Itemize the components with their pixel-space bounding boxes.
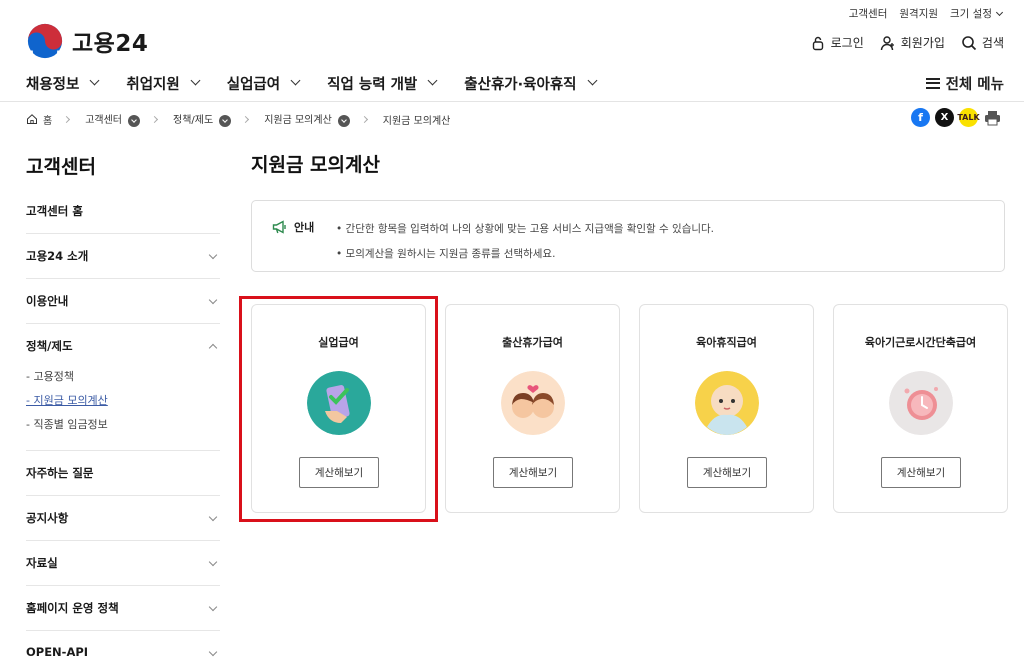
breadcrumb-current: 지원금 모의계산 [382,115,451,127]
megaphone-icon [272,220,286,234]
print-icon[interactable] [983,108,1002,127]
lnb-sub-employment-policy[interactable]: - 고용정책 [26,364,220,388]
breadcrumb-policy[interactable]: 정책/제도 [173,111,232,127]
gnb-item-skill-development[interactable]: 직업 능력 개발 [327,73,438,94]
chevron-down-icon [208,295,218,305]
clock-icon [889,371,953,435]
chevron-up-icon [208,343,218,353]
facebook-icon[interactable]: f [911,108,930,127]
chevron-right-icon [63,115,71,123]
signup-button[interactable]: 회원가입 [880,34,945,51]
chevron-down-icon [208,250,218,260]
lnb-submenu: - 고용정책 - 지원금 모의계산 - 직종별 임금정보 [26,364,220,436]
card-title: 육아기근로시간단축급여 [864,336,977,349]
login-button[interactable]: 로그인 [810,34,864,51]
card-parental-leave-benefit: 육아휴직급여 계산해보기 [639,304,814,513]
chevron-down-icon [290,75,301,85]
chevron-right-icon [150,115,159,123]
lnb-item-about[interactable]: 고용24 소개 [26,234,220,279]
hamburger-icon [925,77,940,89]
side-navigation: 고객센터 홈 고용24 소개 이용안내 정책/제도 - 고용정책 - 지원금 모… [26,189,220,671]
dropdown-icon [128,115,141,127]
lnb-item-faq[interactable]: 자주하는 질문 [26,451,220,496]
dropdown-icon [337,115,350,127]
kakaotalk-icon[interactable]: TALK [957,108,980,127]
search-button[interactable]: 검색 [961,34,1004,51]
chevron-right-icon [242,115,250,123]
dropdown-icon [219,115,232,127]
chevron-down-icon [208,512,218,522]
calculate-button[interactable]: 계산해보기 [493,457,573,488]
lock-icon [812,36,823,50]
chevron-down-icon [208,557,218,567]
lnb-sub-subsidy-calc[interactable]: - 지원금 모의계산 [26,388,220,412]
baby-icon [695,371,759,435]
notice-line: • 간단한 항목을 입력하여 나의 상황에 맞는 고용 서비스 지급액을 확인할… [336,223,715,235]
lnb-item-notice[interactable]: 공지사항 [26,496,220,541]
customer-center-link[interactable]: 고객센터 [849,6,888,21]
x-twitter-icon[interactable]: X [935,108,954,127]
lnb-title: 고객센터 [26,156,96,178]
calculate-button[interactable]: 계산해보기 [881,457,961,488]
home-icon [27,114,37,124]
breadcrumb-customer-center[interactable]: 고객센터 [85,111,141,127]
chevron-down-icon [208,647,218,657]
chevron-right-icon [360,115,368,123]
printer-icon [985,110,1000,125]
notice-text: • 간단한 항목을 입력하여 나의 상황에 맞는 고용 서비스 지급액을 확인할… [336,217,714,267]
notice-label: 안내 [272,219,314,235]
lnb-sub-wage-info[interactable]: - 직종별 임금정보 [26,412,220,436]
header-divider [0,101,1024,102]
header-actions: 로그인 회원가입 검색 [810,34,1004,51]
page-title: 지원금 모의계산 [251,154,380,176]
gnb-item-unemployment-benefit[interactable]: 실업급여 [227,73,301,94]
gnb-item-employment-support[interactable]: 취업지원 [126,73,201,94]
chevron-down-icon [427,75,438,85]
card-title: 육아휴직급여 [696,336,757,349]
notice-line: • 모의계산을 원하시는 지원금 종류를 선택하세요. [336,248,556,260]
couple-heart-icon [501,371,565,435]
card-title: 출산휴가급여 [502,336,563,349]
chevron-down-icon [89,75,100,85]
chevron-down-icon [995,8,1004,17]
selection-highlight [239,296,438,522]
share-buttons: f X TALK [911,108,1002,127]
site-logo[interactable]: 고용24 [26,22,148,60]
lnb-item-archive[interactable]: 자료실 [26,541,220,586]
card-maternity-leave-benefit: 출산휴가급여 계산해보기 [445,304,620,513]
breadcrumb-subsidy-calc[interactable]: 지원금 모의계산 [264,111,350,127]
lnb-item-guide[interactable]: 이용안내 [26,279,220,324]
lnb-item-site-policy[interactable]: 홈페이지 운영 정책 [26,586,220,631]
gnb-item-parental-leave[interactable]: 출산휴가·육아휴직 [464,73,597,94]
remote-support-link[interactable]: 원격지원 [899,6,938,21]
chevron-down-icon [587,75,597,85]
calculate-button[interactable]: 계산해보기 [687,457,767,488]
search-icon [962,35,977,50]
breadcrumb-home[interactable]: 홈 [26,112,52,127]
font-size-setting[interactable]: 크기 설정 [950,6,1004,21]
main-navigation: 채용정보 취업지원 실업급여 직업 능력 개발 출산휴가·육아휴직 전체 메뉴 [26,70,1004,96]
taegeuk-logo-icon [27,23,63,60]
all-menu-button[interactable]: 전체 메뉴 [925,73,1004,94]
lnb-item-home[interactable]: 고객센터 홈 [26,189,220,234]
chevron-down-icon [190,75,201,85]
card-reduced-hours-benefit: 육아기근로시간단축급여 계산해보기 [833,304,1008,513]
user-add-icon [880,35,894,50]
gnb-item-jobs[interactable]: 채용정보 [26,73,100,94]
lnb-item-policy[interactable]: 정책/제도 - 고용정책 - 지원금 모의계산 - 직종별 임금정보 [26,324,220,451]
notice-box: 안내 • 간단한 항목을 입력하여 나의 상황에 맞는 고용 서비스 지급액을 … [251,200,1005,272]
breadcrumb: 홈 고객센터 정책/제도 지원금 모의계산 지원금 모의계산 [26,111,450,127]
chevron-down-icon [208,602,218,612]
logo-text: 고용24 [72,31,149,57]
utility-bar: 고객센터 원격지원 크기 설정 [849,6,1004,21]
lnb-item-open-api[interactable]: OPEN-API [26,631,220,671]
